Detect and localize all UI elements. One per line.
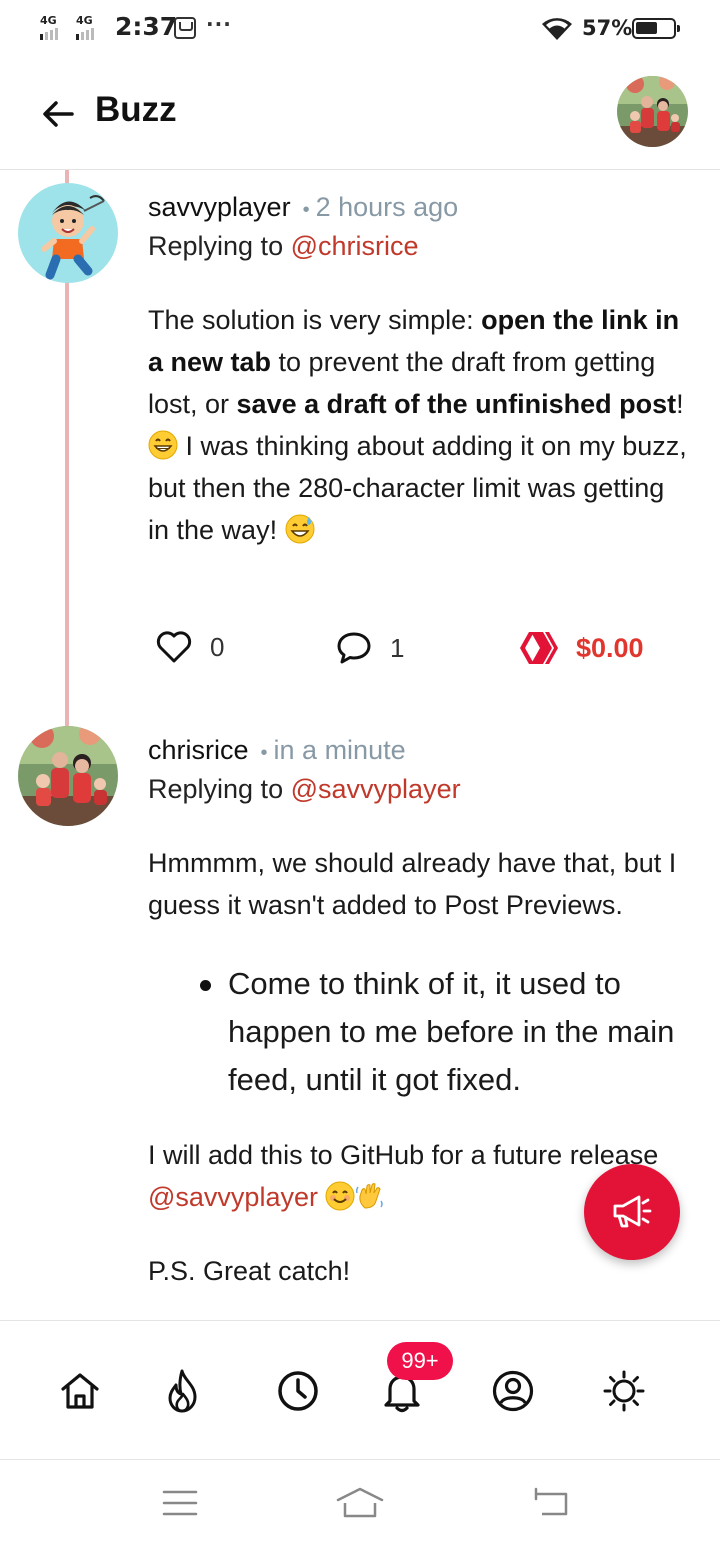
bullet-marker bbox=[200, 980, 211, 991]
profile-icon bbox=[492, 1370, 534, 1412]
bullet-item: Come to think of it, it used to happen t… bbox=[228, 966, 675, 1097]
post-paragraph: Hmmmm, we should already have that, but … bbox=[148, 848, 677, 920]
ps-text: Great catch! bbox=[195, 1256, 351, 1286]
payout-button[interactable]: $0.00 bbox=[518, 630, 644, 666]
home-icon bbox=[61, 1373, 99, 1409]
menu-icon bbox=[162, 1490, 198, 1516]
author-avatar[interactable] bbox=[18, 183, 118, 283]
app-header: Buzz bbox=[0, 60, 720, 170]
bottom-nav: 99+ bbox=[0, 1320, 720, 1460]
page-title: Buzz bbox=[95, 90, 177, 129]
body-text: The solution is very simple: bbox=[148, 305, 482, 335]
like-count: 0 bbox=[210, 631, 225, 662]
mention-link[interactable]: @savvyplayer bbox=[148, 1182, 318, 1212]
separator: • bbox=[302, 199, 310, 221]
smiling-emoji-icon bbox=[325, 1181, 355, 1211]
comment-button[interactable]: 1 bbox=[336, 630, 404, 666]
nav-recent[interactable] bbox=[268, 1361, 328, 1421]
body-bold-text: save a draft of the unfinished post bbox=[236, 389, 677, 419]
nav-trending[interactable] bbox=[153, 1361, 213, 1421]
megaphone-icon bbox=[613, 1195, 652, 1228]
settings-icon bbox=[603, 1370, 645, 1412]
heart-icon bbox=[156, 631, 192, 663]
nav-profile[interactable] bbox=[483, 1361, 543, 1421]
post-time: in a minute bbox=[273, 735, 406, 765]
bullet-list: Come to think of it, it used to happen t… bbox=[200, 960, 700, 1104]
home-button[interactable] bbox=[335, 1481, 385, 1525]
post-header: chrisrice • in a minute bbox=[148, 735, 406, 766]
post-body: The solution is very simple: open the li… bbox=[148, 299, 688, 551]
status-bar: 4G 4G 2:37 ··· 57% bbox=[0, 0, 720, 60]
mention-link[interactable]: @savvyplayer bbox=[291, 774, 461, 804]
recent-apps-button[interactable] bbox=[155, 1481, 205, 1525]
network-type-label: 4G bbox=[76, 14, 93, 27]
comment-icon bbox=[337, 632, 371, 664]
author-name[interactable]: chrisrice bbox=[148, 735, 249, 765]
clock-icon bbox=[278, 1371, 318, 1411]
post-actions: 0 1 $0.00 bbox=[148, 620, 688, 676]
body-text: ! bbox=[676, 389, 684, 419]
replying-to: Replying to @chrisrice bbox=[148, 231, 419, 262]
payout-amount: $0.00 bbox=[576, 632, 644, 663]
body-text: I will add this to GitHub for a future r… bbox=[148, 1140, 659, 1170]
replying-prefix: Replying to bbox=[148, 774, 284, 804]
post-time: 2 hours ago bbox=[315, 192, 459, 222]
back-system-button[interactable] bbox=[525, 1481, 575, 1525]
body-text: I was thinking about adding it on my buz… bbox=[148, 431, 687, 545]
fire-icon bbox=[168, 1369, 197, 1413]
create-buzz-button[interactable] bbox=[584, 1164, 680, 1260]
arrow-left-icon bbox=[43, 101, 74, 127]
replying-prefix: Replying to bbox=[148, 231, 284, 261]
home-outline-icon bbox=[336, 1487, 384, 1518]
back-icon bbox=[534, 1487, 568, 1516]
more-icon: ··· bbox=[206, 12, 232, 36]
back-button[interactable] bbox=[40, 96, 76, 132]
author-avatar[interactable] bbox=[18, 726, 118, 826]
sweat-smile-emoji-icon bbox=[285, 514, 315, 544]
nav-home[interactable] bbox=[50, 1361, 110, 1421]
replying-to: Replying to @savvyplayer bbox=[148, 774, 461, 805]
battery-percent: 57% bbox=[582, 16, 633, 40]
waving-hand-emoji-icon bbox=[356, 1183, 384, 1209]
grinning-emoji-icon bbox=[148, 430, 178, 460]
author-name[interactable]: savvyplayer bbox=[148, 192, 291, 222]
hive-logo-icon bbox=[520, 632, 558, 664]
post-paragraph: P.S. Great catch! bbox=[148, 1250, 688, 1292]
battery-icon bbox=[632, 18, 680, 39]
wifi-icon bbox=[542, 18, 572, 40]
separator: • bbox=[260, 742, 268, 764]
mention-link[interactable]: @chrisrice bbox=[291, 231, 419, 261]
comment-count: 1 bbox=[390, 632, 405, 663]
notification-icon bbox=[174, 17, 196, 39]
system-nav-bar bbox=[0, 1461, 720, 1544]
clock: 2:37 bbox=[115, 12, 178, 41]
ps-label: P.S. bbox=[148, 1256, 196, 1286]
post-header: savvyplayer • 2 hours ago bbox=[148, 192, 458, 223]
user-avatar[interactable] bbox=[617, 76, 688, 147]
network-type-label: 4G bbox=[40, 14, 57, 27]
notification-badge: 99+ bbox=[387, 1342, 453, 1380]
nav-theme[interactable] bbox=[594, 1361, 654, 1421]
like-button[interactable]: 0 bbox=[156, 630, 224, 664]
